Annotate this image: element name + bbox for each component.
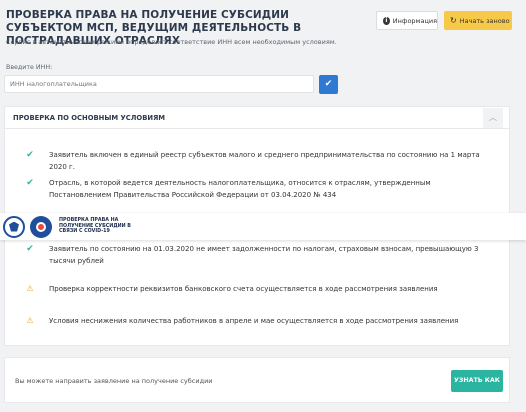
inn-input[interactable] bbox=[4, 75, 314, 93]
covid-banner: Проверка права на получение субсидии в с… bbox=[0, 213, 526, 240]
condition-text: Условия неснижения количества работников… bbox=[49, 317, 459, 325]
service-logo-icon bbox=[30, 215, 52, 238]
inn-label: Введите ИНН: bbox=[6, 64, 53, 71]
condition-item: ✔ Заявитель включен в единый реестр субъ… bbox=[23, 149, 493, 173]
check-icon: ✔ bbox=[26, 244, 34, 254]
refresh-icon: ↻ bbox=[450, 15, 457, 25]
conditions-panel-title: Проверка по основным условиям bbox=[13, 113, 166, 122]
info-icon: i bbox=[383, 16, 390, 25]
learn-how-button[interactable]: Узнать как bbox=[451, 370, 503, 392]
chevron-up-icon[interactable]: ︿ bbox=[483, 107, 503, 128]
check-icon: ✔ bbox=[324, 79, 333, 89]
restart-button-label: Начать заново bbox=[459, 16, 510, 25]
restart-button[interactable]: ↻ Начать заново bbox=[444, 11, 512, 30]
condition-text: Отрасль, в которой ведется деятельность … bbox=[49, 179, 431, 199]
condition-item: ⚠ Условия неснижения количества работник… bbox=[23, 315, 493, 327]
condition-text: Заявитель по состоянию на 01.03.2020 не … bbox=[49, 245, 479, 265]
footer-panel: Вы можете направить заявление на получен… bbox=[4, 357, 510, 403]
footer-text: Вы можете направить заявление на получен… bbox=[15, 377, 213, 385]
check-icon: ✔ bbox=[26, 178, 34, 188]
warning-icon: ⚠ bbox=[26, 316, 34, 325]
conditions-panel-header[interactable]: Проверка по основным условиям ︿ bbox=[5, 107, 509, 129]
condition-text: Заявитель включен в единый реестр субъек… bbox=[49, 151, 480, 171]
condition-text: Проверка корректности реквизитов банковс… bbox=[49, 285, 438, 293]
info-button-label: Информация bbox=[392, 16, 437, 25]
warning-icon: ⚠ bbox=[26, 284, 34, 293]
info-button[interactable]: i Информация bbox=[376, 11, 438, 30]
banner-text: Проверка права на получение субсидии в с… bbox=[59, 218, 131, 235]
inn-submit-button[interactable]: ✔ bbox=[319, 75, 338, 94]
condition-item: ⚠ Проверка корректности реквизитов банко… bbox=[23, 283, 493, 295]
check-icon: ✔ bbox=[26, 150, 34, 160]
condition-item: ✔ Отрасль, в которой ведется деятельност… bbox=[23, 177, 493, 201]
page-subtitle: Сервис в автоматическом режиме определяе… bbox=[6, 38, 337, 46]
fns-emblem-icon bbox=[3, 215, 25, 238]
condition-item: ✔ Заявитель по состоянию на 01.03.2020 н… bbox=[23, 243, 493, 267]
